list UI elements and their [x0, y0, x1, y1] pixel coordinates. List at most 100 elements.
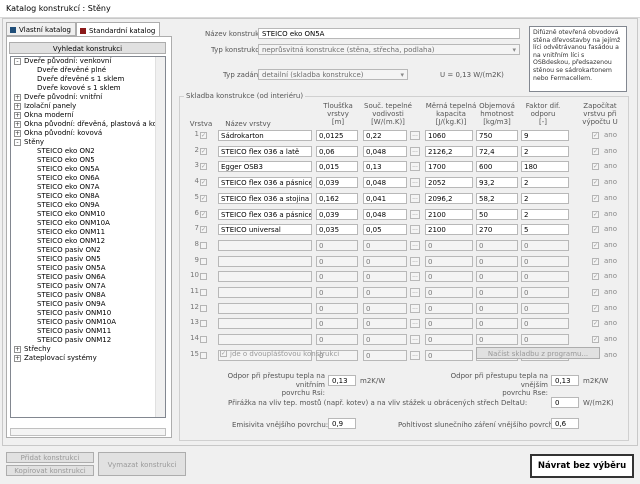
layer-lambda-picker-button[interactable]: ...: [410, 288, 420, 297]
layer-diffusion-field[interactable]: 0: [521, 240, 569, 251]
layer-enabled-checkbox[interactable]: [200, 273, 207, 280]
type-select[interactable]: neprůsvitná konstrukce (stěna, střecha, …: [258, 44, 520, 55]
layer-heat-capacity-field[interactable]: 2096,2: [425, 193, 473, 204]
layer-diffusion-field[interactable]: 0: [521, 271, 569, 282]
tree-item[interactable]: STEICO pasiv ONM10A: [11, 318, 165, 327]
layer-enabled-checkbox[interactable]: ✓: [200, 148, 207, 155]
layer-lambda-picker-button[interactable]: ...: [410, 304, 420, 313]
tree-item[interactable]: STEICO eko ON8A: [11, 192, 165, 201]
tree-item[interactable]: STEICO eko ONM11: [11, 228, 165, 237]
tree-item[interactable]: STEICO pasiv ON7A: [11, 282, 165, 291]
layer-heat-capacity-field[interactable]: 0: [425, 350, 473, 361]
layer-thickness-field[interactable]: 0: [316, 303, 358, 314]
tree-item[interactable]: STEICO pasiv ON8A: [11, 291, 165, 300]
layer-diffusion-field[interactable]: 2: [521, 146, 569, 157]
layer-lambda-picker-button[interactable]: ...: [410, 272, 420, 281]
tree-item[interactable]: STEICO eko ON6A: [11, 174, 165, 183]
layer-enabled-checkbox[interactable]: [200, 305, 207, 312]
layer-diffusion-field[interactable]: 180: [521, 161, 569, 172]
tab-own-catalog[interactable]: Vlastní katalog: [6, 22, 76, 36]
layer-lambda-picker-button[interactable]: ...: [410, 257, 420, 266]
layer-heat-capacity-field[interactable]: 2100: [425, 224, 473, 235]
tree-item[interactable]: - Stěny: [11, 138, 165, 147]
layer-count-checkbox[interactable]: ✓: [592, 195, 599, 202]
layer-density-field[interactable]: 0: [476, 303, 518, 314]
layer-heat-capacity-field[interactable]: 0: [425, 303, 473, 314]
layer-thickness-field[interactable]: 0: [316, 334, 358, 345]
tree-item[interactable]: STEICO eko ON9A: [11, 201, 165, 210]
tree-item[interactable]: STEICO pasiv ONM10: [11, 309, 165, 318]
layer-density-field[interactable]: 0: [476, 256, 518, 267]
collapse-icon[interactable]: -: [14, 58, 21, 65]
layer-enabled-checkbox[interactable]: ✓: [200, 195, 207, 202]
layer-count-checkbox[interactable]: ✓: [592, 163, 599, 170]
layer-diffusion-field[interactable]: 0: [521, 303, 569, 314]
layer-density-field[interactable]: 0: [476, 287, 518, 298]
rsi-field[interactable]: 0,13: [328, 375, 356, 386]
layer-thickness-field[interactable]: 0: [316, 271, 358, 282]
expand-icon[interactable]: +: [14, 103, 21, 110]
layer-name-field[interactable]: Egger OSB3: [218, 161, 312, 172]
layer-diffusion-field[interactable]: 2: [521, 209, 569, 220]
tree-scrollbar[interactable]: [155, 57, 165, 417]
layer-thickness-field[interactable]: 0,162: [316, 193, 358, 204]
tree-item[interactable]: + Okna původní: kovová: [11, 129, 165, 138]
tree-item[interactable]: STEICO pasiv ON5: [11, 255, 165, 264]
layer-name-field[interactable]: [218, 334, 312, 345]
expand-icon[interactable]: +: [14, 346, 21, 353]
layer-lambda-field[interactable]: 0,22: [363, 130, 407, 141]
layer-diffusion-field[interactable]: 0: [521, 256, 569, 267]
layer-count-checkbox[interactable]: ✓: [592, 258, 599, 265]
layer-lambda-field[interactable]: 0,048: [363, 177, 407, 188]
layer-density-field[interactable]: 58,2: [476, 193, 518, 204]
layer-diffusion-field[interactable]: 2: [521, 193, 569, 204]
layer-enabled-checkbox[interactable]: ✓: [200, 211, 207, 218]
layer-density-field[interactable]: 0: [476, 334, 518, 345]
layer-lambda-picker-button[interactable]: ...: [410, 351, 420, 360]
tree-item[interactable]: Dveře kovové s 1 sklem: [11, 84, 165, 93]
description-box[interactable]: Difúzně otevřená obvodová stěna dřevosta…: [529, 26, 627, 92]
tree-item[interactable]: STEICO pasiv ONM12: [11, 336, 165, 345]
layer-name-field[interactable]: [218, 271, 312, 282]
layer-count-checkbox[interactable]: ✓: [592, 179, 599, 186]
layer-name-field[interactable]: STEICO flex 036 a pásnice: [218, 209, 312, 220]
layer-name-field[interactable]: STEICO flex 036 a pásnice: [218, 177, 312, 188]
layer-lambda-field[interactable]: 0: [363, 256, 407, 267]
tree-item[interactable]: +Okna původní: dřevěná, plastová a kombi…: [11, 120, 165, 129]
expand-icon[interactable]: +: [14, 355, 21, 362]
layer-enabled-checkbox[interactable]: [200, 289, 207, 296]
layer-enabled-checkbox[interactable]: [200, 258, 207, 265]
layer-count-checkbox[interactable]: ✓: [592, 211, 599, 218]
layer-lambda-field[interactable]: 0: [363, 334, 407, 345]
layer-lambda-field[interactable]: 0,13: [363, 161, 407, 172]
absorptivity-field[interactable]: 0,6: [551, 418, 579, 429]
layer-heat-capacity-field[interactable]: 0: [425, 318, 473, 329]
layer-count-checkbox[interactable]: ✓: [592, 289, 599, 296]
tree-item[interactable]: STEICO eko ON7A: [11, 183, 165, 192]
return-without-selection-button[interactable]: Návrat bez výběru: [530, 454, 634, 478]
tree-item[interactable]: STEICO pasiv ON2: [11, 246, 165, 255]
layer-density-field[interactable]: 270: [476, 224, 518, 235]
search-construction-button[interactable]: Vyhledat konstrukci: [9, 42, 166, 54]
layer-thickness-field[interactable]: 0,039: [316, 209, 358, 220]
layer-lambda-picker-button[interactable]: ...: [410, 147, 420, 156]
layer-lambda-field[interactable]: 0: [363, 318, 407, 329]
layer-enabled-checkbox[interactable]: [200, 352, 207, 359]
expand-icon[interactable]: +: [14, 94, 21, 101]
layer-diffusion-field[interactable]: 0: [521, 287, 569, 298]
layer-count-checkbox[interactable]: ✓: [592, 273, 599, 280]
layer-enabled-checkbox[interactable]: [200, 242, 207, 249]
copy-construction-button[interactable]: Kopírovat konstrukci: [6, 465, 94, 476]
layer-diffusion-field[interactable]: 5: [521, 224, 569, 235]
layer-name-field[interactable]: STEICO flex 036 a latě: [218, 146, 312, 157]
layer-enabled-checkbox[interactable]: ✓: [200, 163, 207, 170]
layer-lambda-field[interactable]: 0: [363, 287, 407, 298]
layer-name-field[interactable]: [218, 256, 312, 267]
layer-lambda-field[interactable]: 0,05: [363, 224, 407, 235]
tree-item[interactable]: STEICO pasiv ON6A: [11, 273, 165, 282]
tree-item[interactable]: STEICO eko ONM10: [11, 210, 165, 219]
tree-item[interactable]: + Střechy: [11, 345, 165, 354]
tree-item[interactable]: + Izolační panely: [11, 102, 165, 111]
layer-lambda-picker-button[interactable]: ...: [410, 194, 420, 203]
tree-item[interactable]: + Zateplovací systémy: [11, 354, 165, 363]
